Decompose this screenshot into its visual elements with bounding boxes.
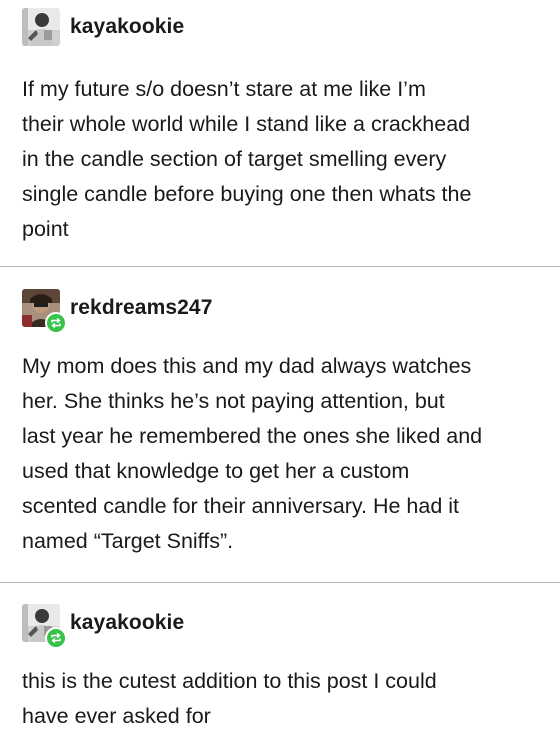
text-line: named “Target Sniffs”. bbox=[22, 529, 234, 553]
text-line: last year he remembered the ones she lik… bbox=[22, 424, 483, 448]
username[interactable]: kayakookie bbox=[70, 15, 184, 39]
divider bbox=[0, 582, 560, 583]
text-line: scented candle for their anniversary. He… bbox=[22, 494, 460, 518]
post-header: kayakookie bbox=[22, 8, 184, 46]
text-line: this is the cutest addition to this post… bbox=[22, 669, 437, 693]
text-line: used that knowledge to get her a custom bbox=[22, 459, 410, 483]
username[interactable]: rekdreams247 bbox=[70, 296, 212, 320]
post-header: rekdreams247 bbox=[22, 289, 212, 334]
post-text: this is the cutest addition to this post… bbox=[22, 664, 542, 734]
username[interactable]: kayakookie bbox=[70, 611, 184, 635]
post-header: kayakookie bbox=[22, 604, 184, 649]
avatar[interactable] bbox=[22, 289, 67, 334]
post-text: If my future s/o doesn’t stare at me lik… bbox=[22, 72, 542, 247]
avatar[interactable] bbox=[22, 604, 67, 649]
reblog-icon bbox=[45, 627, 67, 649]
text-line: single candle before buying one then wha… bbox=[22, 182, 472, 206]
user-photo-icon bbox=[22, 8, 60, 46]
divider bbox=[0, 266, 560, 267]
text-line: her. She thinks he’s not paying attentio… bbox=[22, 389, 445, 413]
text-line: My mom does this and my dad always watch… bbox=[22, 354, 472, 378]
text-line: If my future s/o doesn’t stare at me lik… bbox=[22, 77, 426, 101]
text-line: point bbox=[22, 217, 69, 241]
post-text: My mom does this and my dad always watch… bbox=[22, 349, 542, 559]
text-line: their whole world while I stand like a c… bbox=[22, 112, 471, 136]
avatar[interactable] bbox=[22, 8, 60, 46]
text-line: have ever asked for bbox=[22, 704, 211, 728]
reblog-icon bbox=[45, 312, 67, 334]
text-line: in the candle section of target smelling… bbox=[22, 147, 447, 171]
